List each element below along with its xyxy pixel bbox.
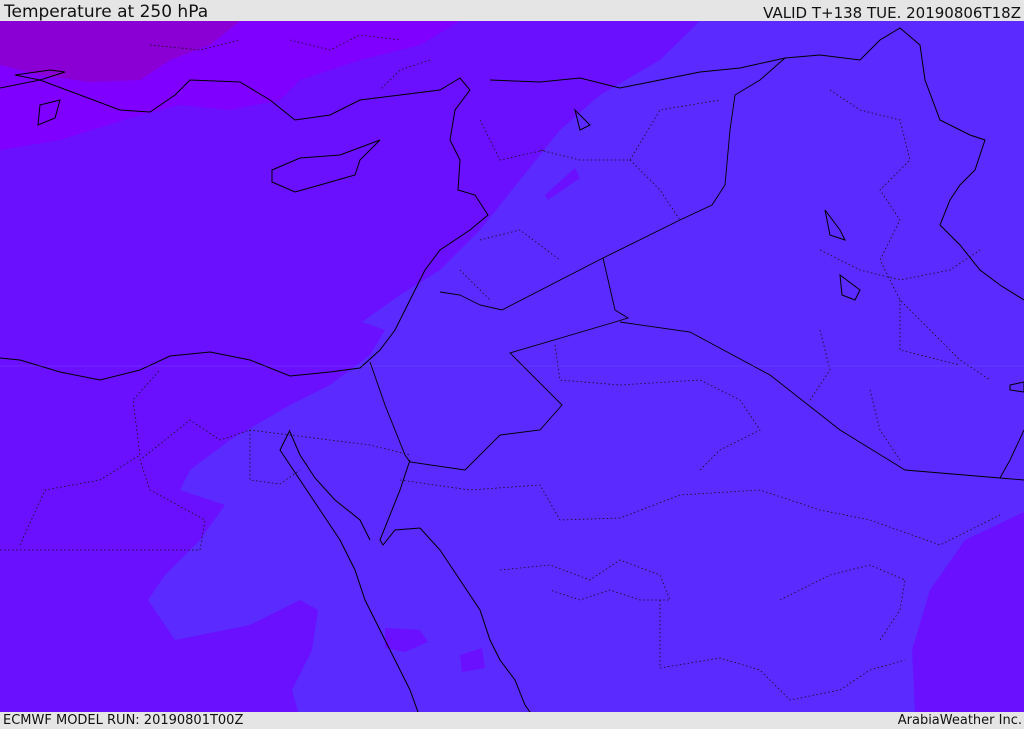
header-bar: Temperature at 250 hPa VALID T+138 TUE. …	[0, 0, 1024, 21]
footer-bar: ECMWF MODEL RUN: 20190801T00Z ArabiaWeat…	[0, 712, 1024, 729]
valid-time: VALID T+138 TUE. 20190806T18Z	[763, 4, 1021, 22]
brand-credit: ArabiaWeather Inc.	[897, 713, 1022, 728]
map-title: Temperature at 250 hPa	[4, 2, 209, 22]
model-run: ECMWF MODEL RUN: 20190801T00Z	[3, 713, 244, 728]
temperature-map	[0, 21, 1024, 712]
